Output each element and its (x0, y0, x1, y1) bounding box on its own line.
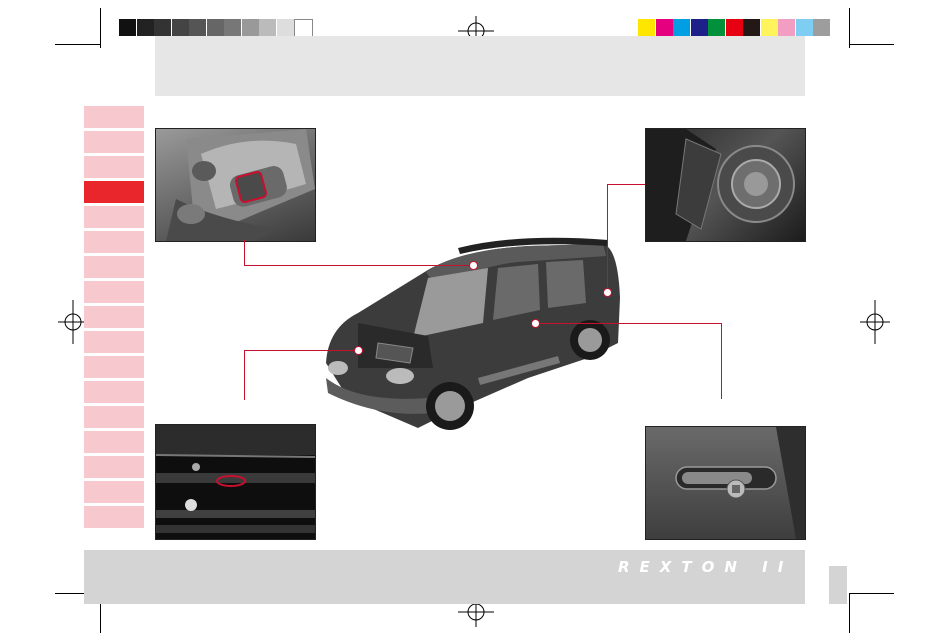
crop-mark (849, 44, 894, 45)
leader-line (607, 184, 608, 291)
chapter-tab[interactable] (84, 206, 144, 228)
color-swatch (638, 19, 655, 36)
gray-swatch (189, 19, 206, 36)
crop-mark (849, 593, 850, 633)
sunroof-switch-icon (166, 129, 315, 241)
leader-line (535, 323, 722, 324)
door-handle-photo (645, 426, 806, 540)
leader-line (244, 350, 245, 400)
chapter-tab[interactable] (84, 256, 144, 278)
gray-swatch (259, 19, 276, 36)
chapter-tab[interactable] (84, 131, 144, 153)
leader-line (244, 350, 356, 351)
leader-line (244, 240, 245, 266)
crop-mark (55, 44, 100, 45)
chapter-tab[interactable] (84, 381, 144, 403)
header-band (155, 36, 805, 96)
callout-marker (531, 319, 540, 328)
chapter-tab[interactable] (84, 281, 144, 303)
color-swatch (778, 19, 795, 36)
gray-swatch (241, 19, 259, 36)
gray-swatch (154, 19, 171, 36)
leader-line (244, 265, 474, 266)
chapter-tab[interactable] (84, 181, 144, 203)
chapter-tab[interactable] (84, 506, 144, 528)
chapter-tab[interactable] (84, 456, 144, 478)
crop-mark (849, 593, 894, 594)
color-swatch (673, 19, 690, 36)
color-swatch (813, 19, 830, 36)
page-number-tab (829, 566, 847, 604)
chapter-tab[interactable] (84, 106, 144, 128)
color-swatch (655, 19, 673, 36)
crop-mark (849, 8, 850, 48)
chapter-tab[interactable] (84, 156, 144, 178)
chapter-tab[interactable] (84, 306, 144, 328)
gray-swatch (206, 19, 224, 36)
fuel-filler-photo (645, 128, 806, 242)
chapter-tab[interactable] (84, 406, 144, 428)
hood-latch-photo (155, 424, 316, 540)
color-swatch (725, 19, 743, 36)
color-swatch (708, 19, 725, 36)
chapter-tab[interactable] (84, 331, 144, 353)
leader-line (721, 323, 722, 399)
overhead-console-photo (155, 128, 316, 242)
chapter-tab[interactable] (84, 431, 144, 453)
registration-mark-icon (860, 300, 890, 344)
leader-line (607, 184, 645, 185)
gray-swatch (276, 19, 294, 36)
crop-mark (100, 8, 101, 48)
color-swatch (760, 19, 778, 36)
door-handle-icon (675, 427, 805, 539)
color-swatch (743, 19, 760, 36)
chapter-tab[interactable] (84, 481, 144, 503)
color-swatch (795, 19, 813, 36)
gray-swatch (171, 19, 189, 36)
fuel-cap-icon (646, 129, 795, 241)
gray-swatch (119, 19, 136, 36)
chapter-tab[interactable] (84, 231, 144, 253)
gray-swatch (224, 19, 241, 36)
color-swatch (690, 19, 708, 36)
callout-marker (354, 346, 363, 355)
rexton-logo: REXTON II (618, 558, 794, 576)
callout-marker (603, 288, 612, 297)
hood-release-icon (156, 425, 315, 533)
gray-swatch (136, 19, 154, 36)
chapter-tab[interactable] (84, 356, 144, 378)
callout-marker (469, 261, 478, 270)
